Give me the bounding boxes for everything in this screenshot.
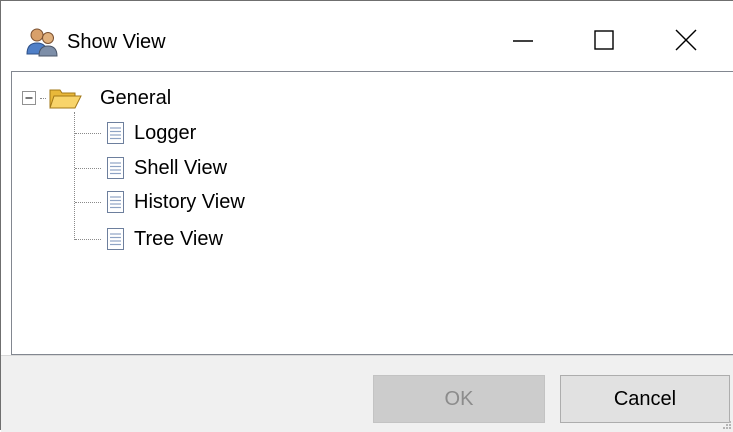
document-icon xyxy=(107,228,124,250)
close-button[interactable] xyxy=(663,19,709,61)
document-icon xyxy=(107,157,124,179)
tree-node-label: History View xyxy=(134,191,245,213)
tree-node-shell-view[interactable]: Shell View xyxy=(106,153,306,183)
cancel-button[interactable]: Cancel xyxy=(560,375,730,423)
tree-node-logger[interactable]: Logger xyxy=(106,118,306,148)
tree-node-label: General xyxy=(100,87,172,109)
show-view-dialog: Show View General Logger Shell View Hist… xyxy=(0,0,733,432)
button-bar: OK Cancel xyxy=(1,355,733,432)
close-icon xyxy=(675,29,697,51)
resize-grip-icon[interactable] xyxy=(720,418,732,430)
tree-node-label: Logger xyxy=(134,122,197,144)
tree-node-history-view[interactable]: History View xyxy=(106,187,306,217)
maximize-button[interactable] xyxy=(581,19,627,61)
minimize-button[interactable] xyxy=(500,19,546,61)
tree-connector xyxy=(74,112,75,240)
tree-connector xyxy=(75,133,101,134)
view-tree[interactable]: General Logger Shell View History View T… xyxy=(11,71,733,355)
tree-node-general[interactable]: General xyxy=(22,83,282,113)
document-icon xyxy=(107,122,124,144)
tree-connector xyxy=(75,202,101,203)
tree-connector xyxy=(75,168,101,169)
window-title: Show View xyxy=(67,31,166,53)
document-icon xyxy=(107,191,124,213)
tree-connector xyxy=(75,239,101,240)
users-icon xyxy=(26,28,58,57)
collapse-minus-icon[interactable] xyxy=(22,91,37,106)
folder-open-icon xyxy=(49,89,82,109)
tree-node-label: Shell View xyxy=(134,157,228,179)
ok-button[interactable]: OK xyxy=(373,375,545,423)
tree-node-label: Tree View xyxy=(134,228,223,250)
tree-node-tree-view[interactable]: Tree View xyxy=(106,224,306,254)
maximize-icon xyxy=(594,30,614,50)
title-bar[interactable]: Show View xyxy=(1,1,733,71)
